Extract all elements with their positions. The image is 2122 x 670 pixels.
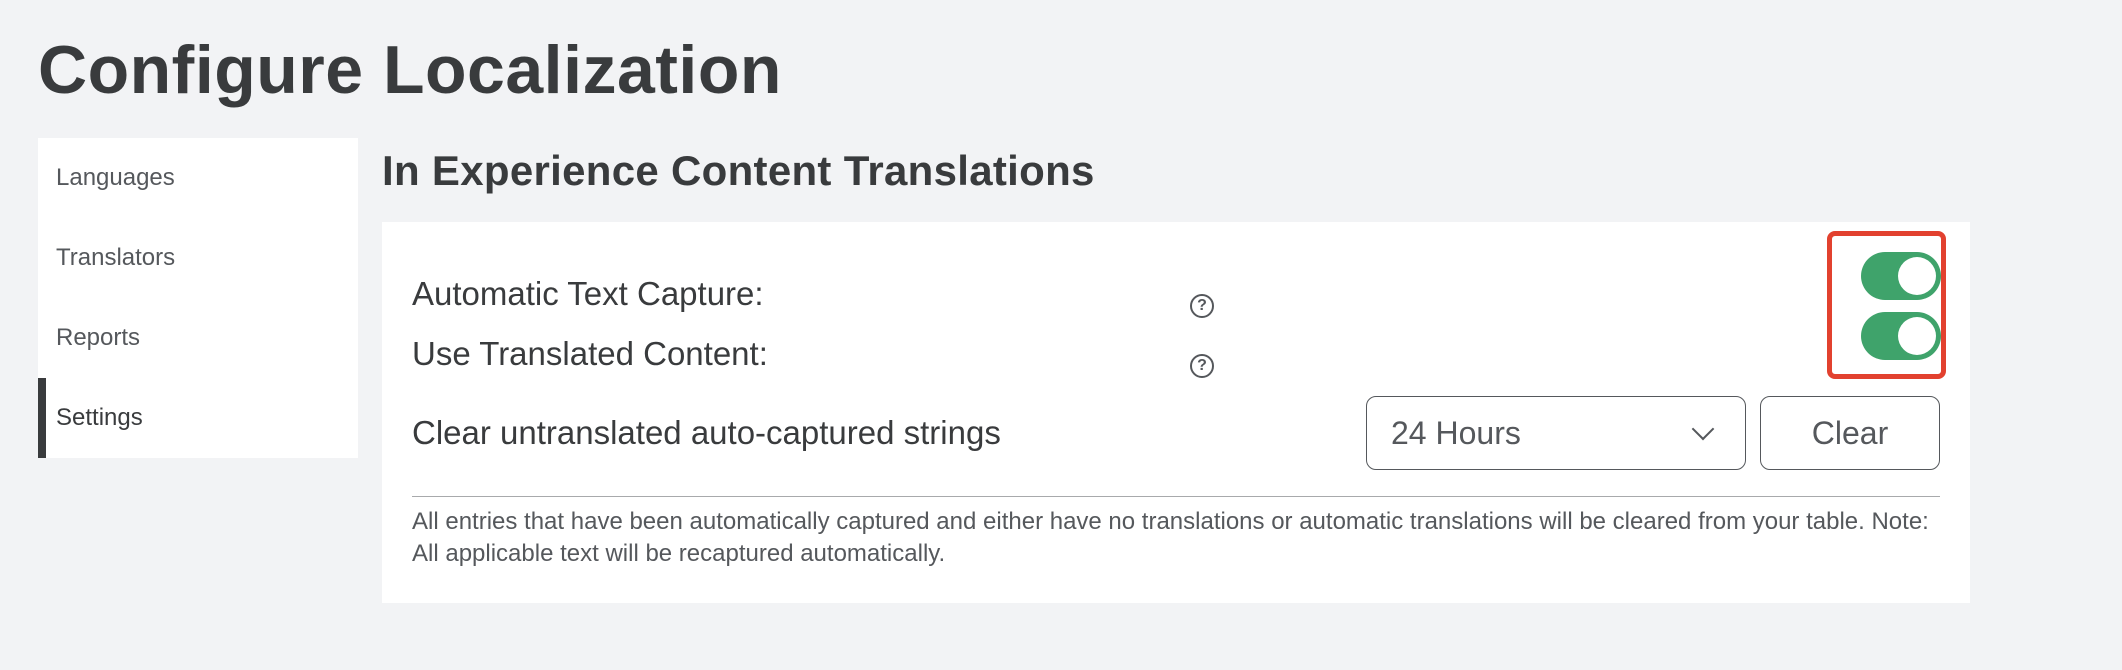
help-icon-glyph: ? xyxy=(1197,297,1207,314)
divider xyxy=(412,496,1940,497)
help-circle-icon[interactable]: ? xyxy=(1190,294,1214,318)
clear-interval-select[interactable]: 24 Hours xyxy=(1366,396,1746,470)
clear-strings-label: Clear untranslated auto-captured strings xyxy=(412,414,1001,451)
sidebar-item-settings[interactable]: Settings xyxy=(38,378,358,458)
sidebar-item-languages[interactable]: Languages xyxy=(38,138,358,218)
help-circle-icon[interactable]: ? xyxy=(1190,354,1214,378)
sidebar-item-translators[interactable]: Translators xyxy=(38,218,358,298)
section-title: In Experience Content Translations xyxy=(382,147,1095,194)
clear-interval-value: 24 Hours xyxy=(1391,414,1521,451)
use-translated-content-label: Use Translated Content: xyxy=(412,335,768,372)
page-title: Configure Localization xyxy=(38,32,782,108)
clear-note-text: All entries that have been automatically… xyxy=(412,508,1929,567)
toggle-highlight-box xyxy=(1827,231,1946,379)
clear-button[interactable]: Clear xyxy=(1760,396,1940,470)
settings-panel: Automatic Text Capture: ? Use Translated… xyxy=(382,222,1970,603)
automatic-text-capture-label: Automatic Text Capture: xyxy=(412,275,764,312)
chevron-down-icon xyxy=(1691,417,1715,441)
help-icon-glyph: ? xyxy=(1197,357,1207,374)
sidebar: Languages Translators Reports Settings xyxy=(38,138,358,458)
sidebar-item-reports[interactable]: Reports xyxy=(38,298,358,378)
